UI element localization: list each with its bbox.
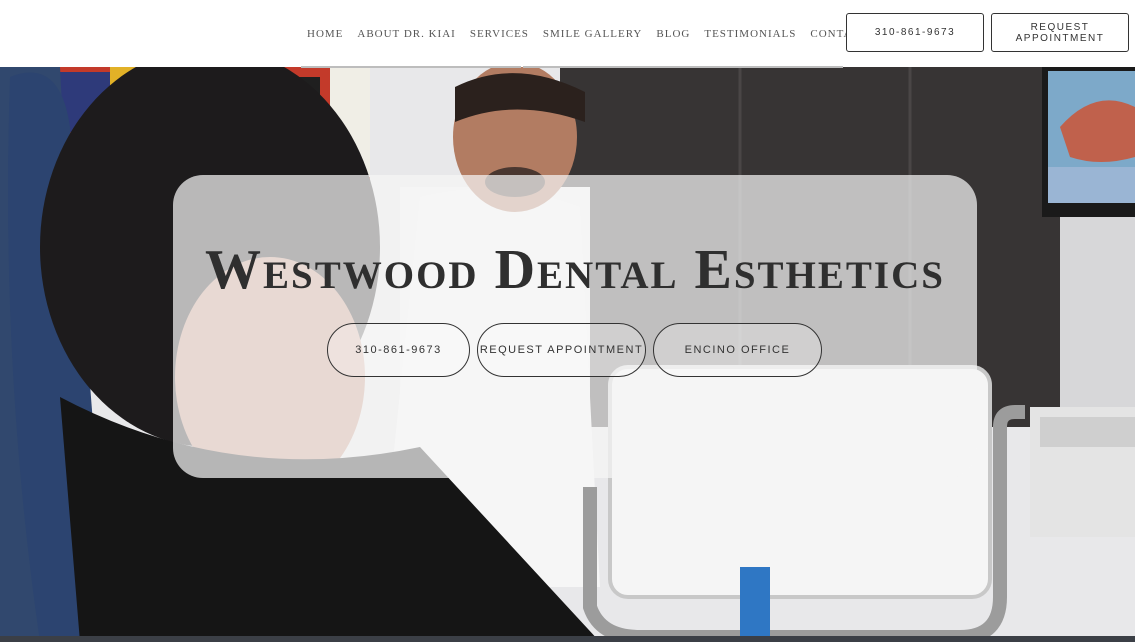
- hero-bottom-strip: [0, 636, 1135, 642]
- nav-home[interactable]: Home: [300, 28, 350, 40]
- hero-request-appointment-button[interactable]: REQUEST APPOINTMENT: [477, 323, 646, 377]
- nav-smile-gallery[interactable]: Smile Gallery: [536, 28, 649, 40]
- hero-title: Westwood Dental Esthetics: [205, 239, 945, 301]
- site-header: Home About Dr. Kiai Services Smile Galle…: [0, 0, 1135, 68]
- nav-active-underline: [301, 66, 521, 68]
- hero-phone-label: 310-861-9673: [355, 344, 442, 356]
- nav-about[interactable]: About Dr. Kiai: [350, 28, 462, 40]
- nav-divider: [523, 66, 843, 68]
- main-nav: Home About Dr. Kiai Services Smile Galle…: [300, 0, 875, 67]
- nav-blog[interactable]: Blog: [649, 28, 697, 40]
- header-phone-label: 310-861-9673: [874, 27, 956, 38]
- nav-testimonials[interactable]: Testimonials: [697, 28, 803, 40]
- header-request-label-line1: REQUEST: [1030, 21, 1090, 33]
- header-phone-button[interactable]: 310-861-9673: [846, 13, 984, 52]
- hero-encino-label: ENCINO OFFICE: [684, 344, 791, 356]
- header-request-appointment-button[interactable]: REQUEST APPOINTMENT: [991, 13, 1129, 52]
- hero-phone-button[interactable]: 310-861-9673: [327, 323, 470, 377]
- nav-services[interactable]: Services: [463, 28, 536, 40]
- hero-encino-office-button[interactable]: ENCINO OFFICE: [653, 323, 822, 377]
- header-request-label-line2: APPOINTMENT: [1015, 32, 1105, 44]
- hero-request-label: REQUEST APPOINTMENT: [479, 344, 644, 356]
